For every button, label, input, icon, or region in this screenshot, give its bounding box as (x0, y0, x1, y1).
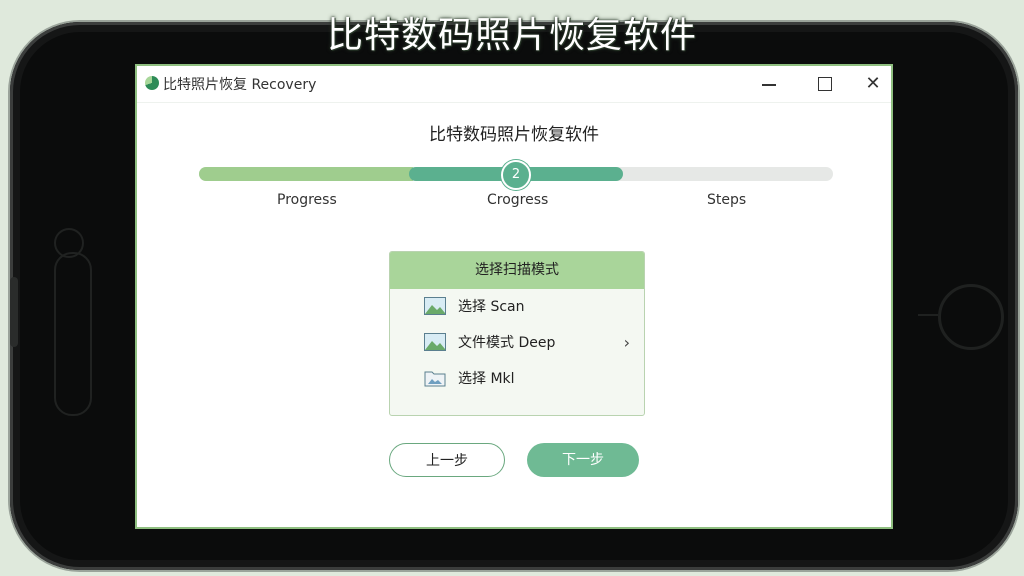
scan-option-1-label: 选择 Scan (458, 299, 525, 315)
scan-option-2[interactable]: 文件模式 Deep › (390, 325, 644, 361)
speaker-icon (54, 252, 92, 416)
page-title: 比特数码照片恢复软件 (429, 125, 599, 145)
image-icon (424, 333, 446, 351)
image-icon (424, 297, 446, 315)
phone-side-button (10, 277, 18, 347)
folder-image-icon (424, 371, 446, 387)
step-label-3: Steps (707, 192, 747, 208)
maximize-button[interactable] (807, 70, 843, 98)
scan-option-2-label: 文件模式 Deep (458, 335, 556, 351)
scan-mode-card: 选择扫描模式 选择 Scan 文件模式 Deep › 选择 Mkl (389, 251, 645, 416)
title-bar[interactable]: 比特照片恢复 Recovery ✕ (137, 66, 891, 103)
scan-mode-header: 选择扫描模式 (390, 252, 644, 289)
progress-segment-done (199, 167, 413, 181)
caption-title: 比特数码照片恢复软件 (326, 15, 697, 56)
scan-option-3[interactable]: 选择 Mkl (390, 361, 644, 397)
app-logo-icon (145, 76, 159, 90)
minimize-button[interactable] (751, 70, 787, 98)
next-step-button[interactable]: 下一步 (527, 443, 639, 477)
scan-option-3-label: 选择 Mkl (458, 371, 515, 387)
home-connector (918, 314, 938, 316)
step-label-1: Progress (277, 192, 337, 208)
chevron-right-icon: › (623, 333, 630, 352)
prev-step-button[interactable]: 上一步 (389, 443, 505, 477)
current-step-marker: 2 (501, 160, 531, 190)
app-title: 比特照片恢复 Recovery (163, 77, 317, 93)
scan-option-1[interactable]: 选择 Scan (390, 289, 644, 325)
step-label-2: Crogress (487, 192, 549, 208)
close-button[interactable]: ✕ (855, 70, 891, 98)
app-window: 比特照片恢复 Recovery ✕ 比特数码照片恢复软件 2 Progress … (135, 64, 893, 529)
home-button[interactable] (938, 284, 1004, 350)
